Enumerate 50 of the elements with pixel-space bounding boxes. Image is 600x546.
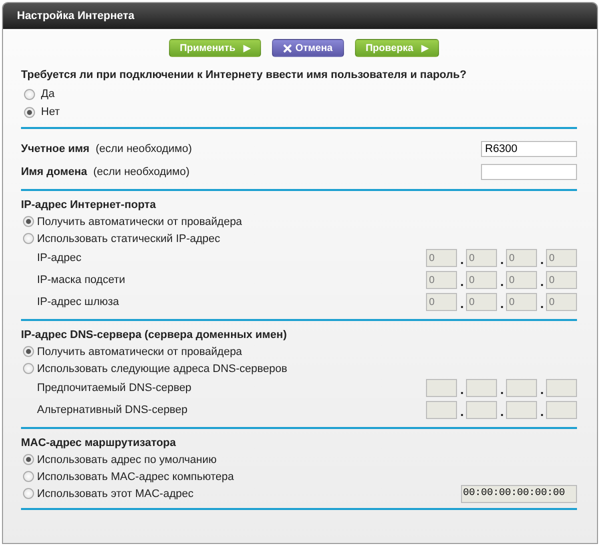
dot-separator [540, 284, 542, 286]
radio-label: Использовать этот MAC-адрес [37, 488, 194, 500]
dot-separator [540, 262, 542, 264]
dot-separator [500, 414, 502, 416]
radio-label: Получить автоматически от провайдера [37, 216, 242, 228]
radio-label: Использовать статический IP-адрес [37, 232, 220, 244]
field-label: Предпочитаемый DNS-сервер [37, 382, 192, 394]
field-label: IP-маска подсети [37, 274, 126, 286]
radio-button[interactable] [23, 363, 34, 374]
question-text: Требуется ли при подключении к Интернету ввести имя пользователя и пароль? [21, 69, 468, 81]
dot-separator [500, 306, 502, 308]
dot-separator [500, 262, 502, 264]
radio-button[interactable] [24, 106, 35, 118]
radio-label: Использовать адрес по умолчанию [37, 454, 217, 466]
dot-separator [540, 414, 542, 416]
field-label: Учетное имя (если необходимо) [21, 142, 192, 154]
radio-label: Использовать MAC-адрес компьютера [37, 470, 234, 482]
radio-button[interactable] [24, 88, 35, 100]
dot-separator [460, 392, 462, 394]
field-label: Альтернативный DNS-сервер [37, 404, 188, 416]
radio-button[interactable] [23, 454, 34, 465]
dot-separator [460, 306, 462, 308]
section-title: IP-адрес DNS-сервера (сервера доменных имен) [21, 329, 288, 341]
radio-label: Получить автоматически от провайдера [37, 346, 242, 358]
radio-button[interactable] [23, 471, 34, 482]
dot-separator [500, 392, 502, 394]
text-field[interactable]: R6300 [481, 140, 577, 156]
dot-separator [460, 414, 462, 416]
window-title: Настройка Интернета [17, 10, 134, 22]
radio-button[interactable] [23, 233, 34, 244]
field-label: Имя домена (если необходимо) [21, 166, 190, 178]
test-button[interactable]: Проверка ▶ [354, 39, 440, 57]
dot-separator [540, 392, 542, 394]
apply-button[interactable]: Применить ▶ [168, 39, 262, 57]
radio-label: Да [41, 88, 55, 100]
text-field[interactable] [481, 164, 577, 180]
close-icon [283, 44, 292, 52]
section-title: MAC-адрес маршрутизатора [21, 437, 177, 449]
field-label: IP-адрес шлюза [37, 296, 120, 308]
dot-separator [460, 262, 462, 264]
dot-separator [540, 306, 542, 308]
radio-label: Использовать следующие адреса DNS-серверов [37, 362, 288, 374]
dot-separator [460, 284, 462, 286]
dot-separator [500, 284, 502, 286]
radio-button[interactable] [23, 346, 34, 357]
field-label: IP-адрес [37, 252, 82, 264]
radio-button[interactable] [23, 216, 34, 227]
cancel-button[interactable]: Отмена [272, 39, 344, 57]
section-title: IP-адрес Интернет-порта [21, 199, 157, 211]
radio-label: Нет [41, 106, 60, 118]
